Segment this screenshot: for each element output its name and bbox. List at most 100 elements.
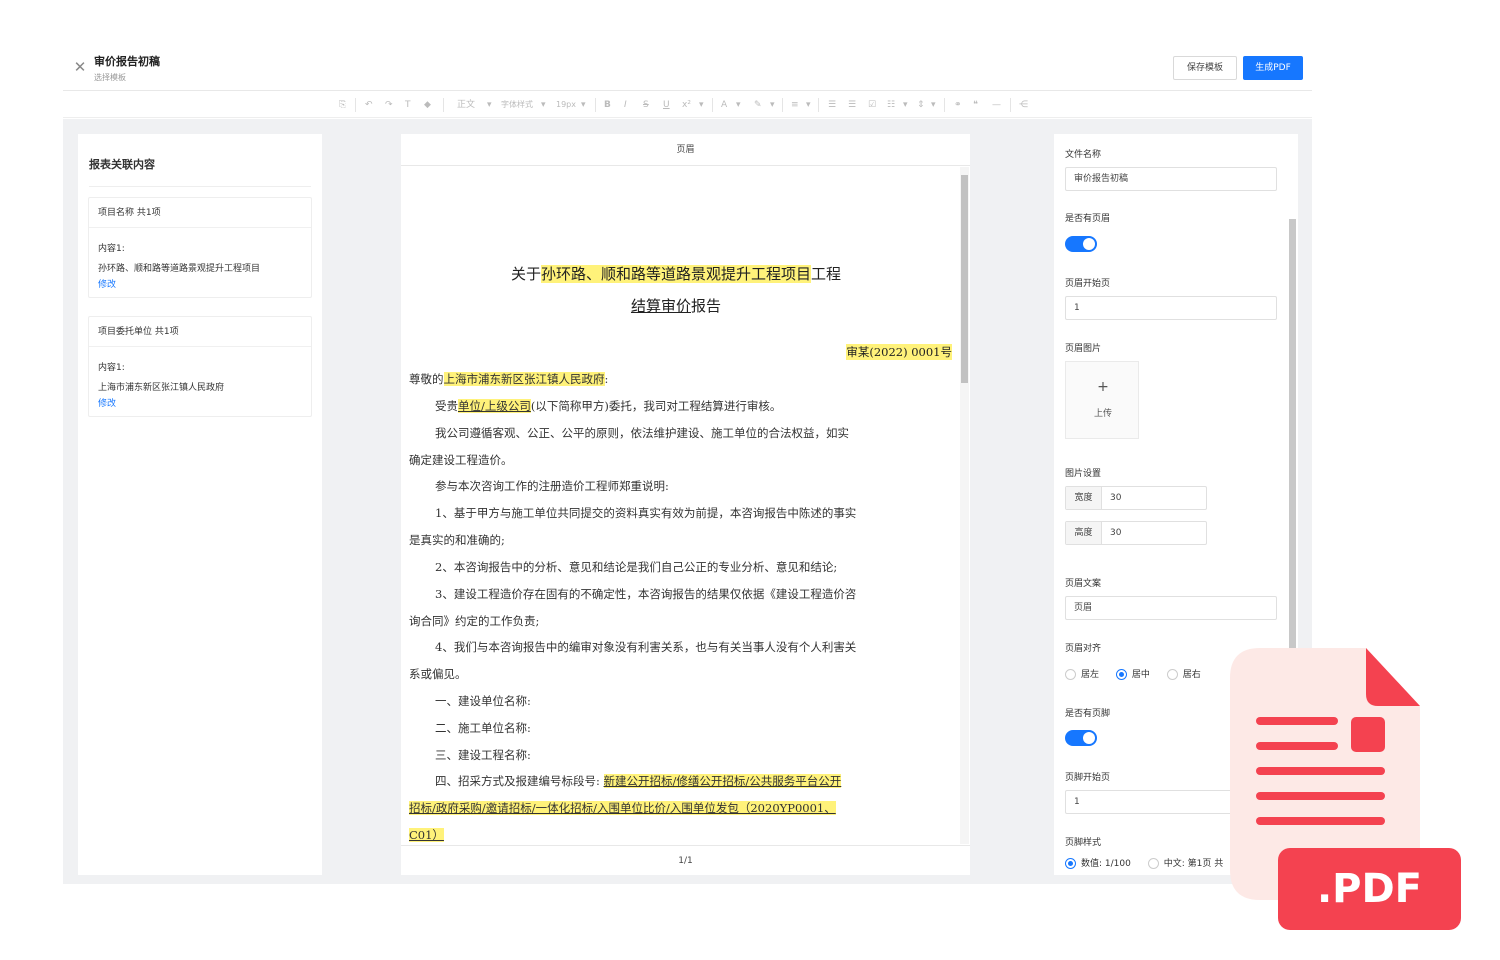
radio-label: 居左 <box>1081 670 1100 680</box>
toolbar-divider <box>355 98 356 112</box>
project-name-card: 项目名称 共1项 内容1: 孙环路、顺和路等道路景观提升工程项目 修改 <box>88 197 312 298</box>
paragraph-select[interactable]: 正文 <box>457 99 475 111</box>
align-center-radio[interactable]: 居中 <box>1115 667 1150 680</box>
document-body[interactable]: 关于孙环路、顺和路等道路景观提升工程项目工程 结算审价报告 审某(2022) 0… <box>401 167 970 844</box>
numbered-list-icon[interactable]: ☰ <box>848 99 856 111</box>
save-template-button[interactable]: 保存模板 <box>1173 56 1237 80</box>
has-header-toggle[interactable] <box>1065 236 1097 252</box>
document-scrollbar[interactable] <box>960 167 969 844</box>
related-content-panel: 报表关联内容 项目名称 共1项 内容1: 孙环路、顺和路等道路景观提升工程项目 … <box>78 134 322 875</box>
salutation: 尊敬的上海市浦东新区张江镇人民政府: <box>409 371 949 387</box>
header-align-radio-group: 居左 居中 居右 <box>1065 667 1215 680</box>
chevron-down-icon[interactable]: ▾ <box>581 99 586 111</box>
text: : <box>604 372 609 386</box>
header-start-input[interactable]: 1 <box>1065 296 1277 320</box>
panel-title: 报表关联内容 <box>89 158 155 171</box>
horizontal-rule-icon[interactable]: — <box>992 99 1001 111</box>
variable: 上海市浦东新区张江镇人民政府 <box>443 372 605 386</box>
file-name-input[interactable]: 审价报告初稿 <box>1065 167 1277 191</box>
page-footer-area[interactable]: 1/1 <box>401 845 970 875</box>
font-size-select[interactable]: 19px <box>556 99 576 111</box>
italic-icon[interactable]: I <box>624 99 627 111</box>
paragraph: 4、我们与本咨询报告中的编审对象没有利害关系，也与有关当事人没有个人利害关 <box>435 640 857 654</box>
title-text: 关于 <box>510 265 541 283</box>
plus-icon: + <box>1097 379 1109 395</box>
font-select[interactable]: 字体样式 <box>501 99 533 111</box>
toggle-knob <box>1083 732 1095 744</box>
variable: C01） <box>409 828 444 842</box>
align-right-radio[interactable]: 居右 <box>1166 667 1201 680</box>
height-value[interactable]: 30 <box>1110 522 1121 544</box>
has-footer-toggle[interactable] <box>1065 730 1097 746</box>
paragraph: 询合同》约定的工作负责; <box>409 614 540 628</box>
title-variable: 孙环路、顺和路等道路景观提升工程项目 <box>540 265 811 283</box>
align-left-radio[interactable]: 居左 <box>1065 667 1099 680</box>
eraser-icon[interactable]: ◆ <box>424 99 431 111</box>
chevron-down-icon[interactable]: ▾ <box>541 99 546 111</box>
indent-icon[interactable]: ☷ <box>887 99 895 111</box>
edit-link[interactable]: 修改 <box>98 277 116 290</box>
link-icon[interactable]: ⚭ <box>954 99 962 111</box>
page-header-area[interactable]: 页眉 <box>401 134 970 166</box>
settings-scrollbar[interactable] <box>1289 213 1297 713</box>
toolbar-divider <box>443 98 444 112</box>
font-color-icon[interactable]: A <box>721 99 727 111</box>
scrollbar-thumb[interactable] <box>1289 219 1296 705</box>
width-value[interactable]: 30 <box>1110 487 1121 509</box>
clear-format-icon[interactable]: T <box>405 99 411 111</box>
close-icon[interactable]: ✕ <box>73 60 87 75</box>
undo-icon[interactable]: ↶ <box>365 99 373 111</box>
document-title-line2: 结算审价报告 <box>401 295 951 316</box>
document-editor: 页眉 关于孙环路、顺和路等道路景观提升工程项目工程 结算审价报告 审某(2022… <box>401 134 970 875</box>
format-painter-icon[interactable]: ⎘ <box>339 99 346 111</box>
workspace: 报表关联内容 项目名称 共1项 内容1: 孙环路、顺和路等道路景观提升工程项目 … <box>63 119 1312 884</box>
chevron-down-icon[interactable]: ▾ <box>736 99 741 111</box>
align-icon[interactable]: ≡ <box>791 99 799 111</box>
redo-icon[interactable]: ↷ <box>385 99 393 111</box>
upload-button[interactable]: + 上传 <box>1065 361 1139 439</box>
highlight-icon[interactable]: ✎ <box>754 99 762 111</box>
header-text-label: 页眉文案 <box>1065 579 1102 589</box>
superscript-icon[interactable]: x² <box>682 99 691 111</box>
chevron-down-icon[interactable]: ▾ <box>770 99 775 111</box>
share-icon[interactable]: ⋲ <box>1019 99 1028 111</box>
header-text-input[interactable]: 页眉 <box>1065 596 1277 620</box>
footer-chinese-radio[interactable]: 中文: 第1页 共 <box>1147 856 1223 869</box>
text: 受贵 <box>435 399 458 413</box>
header-image-label: 页眉图片 <box>1065 344 1102 354</box>
line-height-icon[interactable]: ⇕ <box>917 99 925 111</box>
underline-icon[interactable]: U <box>663 99 670 111</box>
checklist-icon[interactable]: ☑ <box>868 99 876 111</box>
header-start-label: 页眉开始页 <box>1065 279 1111 289</box>
footer-numeric-radio[interactable]: 数值: 1/100 <box>1065 856 1131 869</box>
pdf-file-icon: .PDF <box>1228 648 1464 932</box>
radio-icon <box>1065 669 1076 680</box>
bullet-list-icon[interactable]: ☰ <box>828 99 836 111</box>
generate-pdf-button[interactable]: 生成PDF <box>1243 56 1303 80</box>
footer-start-label: 页脚开始页 <box>1065 773 1111 783</box>
card-value: 孙环路、顺和路等道路景观提升工程项目 <box>98 264 261 274</box>
toolbar-divider <box>1010 98 1011 112</box>
header-align-label: 页眉对齐 <box>1065 644 1102 654</box>
chevron-down-icon[interactable]: ▾ <box>699 99 704 111</box>
footer-style-label: 页脚样式 <box>1065 838 1102 848</box>
card-label: 内容1: <box>98 363 125 373</box>
quote-icon[interactable]: ❝ <box>973 99 978 111</box>
file-name-label: 文件名称 <box>1065 150 1102 160</box>
width-input[interactable]: 宽度 30 <box>1065 486 1207 510</box>
client-unit-card: 项目委托单位 共1项 内容1: 上海市浦东新区张江镇人民政府 修改 <box>88 316 312 417</box>
image-settings-label: 图片设置 <box>1065 469 1102 479</box>
height-input[interactable]: 高度 30 <box>1065 521 1207 545</box>
scrollbar-thumb[interactable] <box>961 175 968 383</box>
chevron-down-icon[interactable]: ▾ <box>931 99 936 111</box>
edit-link[interactable]: 修改 <box>98 396 116 409</box>
divider <box>89 186 311 187</box>
bold-icon[interactable]: B <box>604 99 611 111</box>
chevron-down-icon[interactable]: ▾ <box>487 99 492 111</box>
chevron-down-icon[interactable]: ▾ <box>806 99 811 111</box>
select-template-link[interactable]: 选择模板 <box>94 72 126 83</box>
strikethrough-icon[interactable]: S <box>643 99 649 111</box>
rich-text-toolbar: ⎘ ↶ ↷ T ◆ 正文 ▾ 字体样式 ▾ 19px ▾ B I S U x² … <box>63 92 1312 118</box>
document-title-line1: 关于孙环路、顺和路等道路景观提升工程项目工程 <box>401 263 951 284</box>
chevron-down-icon[interactable]: ▾ <box>903 99 908 111</box>
